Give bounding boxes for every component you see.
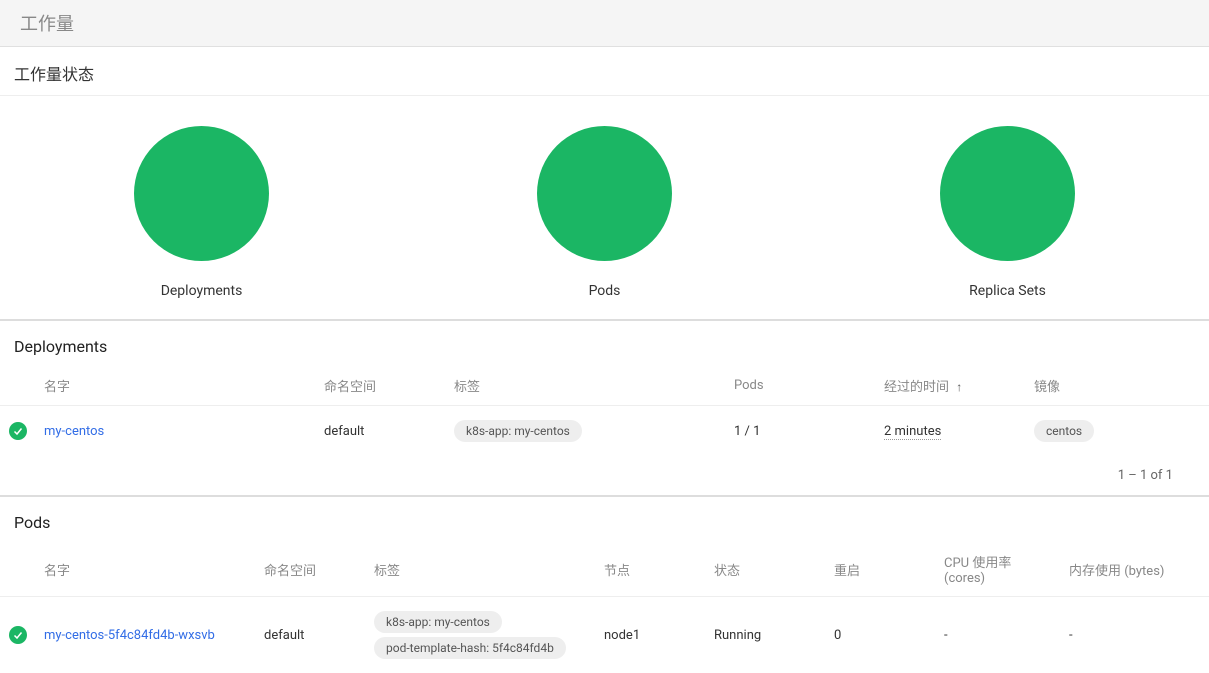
col-status bbox=[0, 366, 36, 406]
cell-elapsed: 2 minutes bbox=[876, 406, 1026, 457]
status-cell bbox=[0, 597, 36, 673]
cell-pods: 1 / 1 bbox=[726, 406, 876, 457]
cell-namespace: default bbox=[316, 406, 446, 457]
status-label: Pods bbox=[589, 283, 621, 299]
col-memory[interactable]: 内存使用 (bytes) bbox=[1061, 542, 1209, 597]
status-circle-icon bbox=[537, 126, 672, 261]
col-images[interactable]: 镜像 bbox=[1026, 366, 1209, 406]
cell-restarts: 0 bbox=[826, 597, 936, 673]
col-labels[interactable]: 标签 bbox=[366, 542, 596, 597]
col-pods[interactable]: Pods bbox=[726, 366, 876, 406]
col-cpu[interactable]: CPU 使用率 (cores) bbox=[936, 542, 1061, 597]
image-chip: centos bbox=[1034, 420, 1094, 442]
col-status bbox=[0, 542, 36, 597]
workload-status-header: 工作量状态 bbox=[0, 47, 1209, 96]
table-header-row: 名字 命名空间 标签 Pods 经过的时间 ↑ 镜像 bbox=[0, 366, 1209, 406]
deployments-pagination: 1 – 1 of 1 bbox=[0, 456, 1209, 495]
col-name[interactable]: 名字 bbox=[36, 542, 256, 597]
cell-images: centos bbox=[1026, 406, 1209, 457]
label-chip: pod-template-hash: 5f4c84fd4b bbox=[374, 637, 566, 659]
status-item-replicasets[interactable]: Replica Sets bbox=[806, 126, 1209, 299]
check-circle-icon bbox=[9, 626, 27, 644]
page-title: 工作量 bbox=[20, 10, 1189, 36]
col-restarts[interactable]: 重启 bbox=[826, 542, 936, 597]
col-node[interactable]: 节点 bbox=[596, 542, 706, 597]
pods-title: Pods bbox=[0, 497, 1209, 542]
table-row: my-centos default k8s-app: my-centos 1 /… bbox=[0, 406, 1209, 457]
status-label: Deployments bbox=[161, 283, 243, 299]
cell-namespace: default bbox=[256, 597, 366, 673]
status-item-pods[interactable]: Pods bbox=[403, 126, 806, 299]
pods-table: 名字 命名空间 标签 节点 状态 重启 CPU 使用率 (cores) 内存使用… bbox=[0, 542, 1209, 673]
table-row: my-centos-5f4c84fd4b-wxsvb default k8s-a… bbox=[0, 597, 1209, 673]
sort-arrow-up-icon: ↑ bbox=[956, 380, 962, 394]
col-name[interactable]: 名字 bbox=[36, 366, 316, 406]
cell-name: my-centos bbox=[36, 406, 316, 457]
cell-memory: - bbox=[1061, 597, 1209, 673]
status-item-deployments[interactable]: Deployments bbox=[0, 126, 403, 299]
elapsed-time: 2 minutes bbox=[884, 424, 941, 440]
deployments-section: Deployments 名字 命名空间 标签 Pods 经过的时间 ↑ 镜像 bbox=[0, 321, 1209, 497]
cell-labels: k8s-app: my-centos pod-template-hash: 5f… bbox=[366, 597, 596, 673]
status-label: Replica Sets bbox=[969, 283, 1046, 299]
cell-name: my-centos-5f4c84fd4b-wxsvb bbox=[36, 597, 256, 673]
status-circle-icon bbox=[134, 126, 269, 261]
col-podstatus[interactable]: 状态 bbox=[706, 542, 826, 597]
cell-podstatus: Running bbox=[706, 597, 826, 673]
workload-status-row: Deployments Pods Replica Sets bbox=[0, 96, 1209, 321]
status-cell bbox=[0, 406, 36, 457]
page-title-bar: 工作量 bbox=[0, 0, 1209, 47]
status-circle-icon bbox=[940, 126, 1075, 261]
check-circle-icon bbox=[9, 422, 27, 440]
deployments-title: Deployments bbox=[0, 321, 1209, 366]
table-header-row: 名字 命名空间 标签 节点 状态 重启 CPU 使用率 (cores) 内存使用… bbox=[0, 542, 1209, 597]
cell-labels: k8s-app: my-centos bbox=[446, 406, 726, 457]
col-namespace[interactable]: 命名空间 bbox=[316, 366, 446, 406]
pods-section: Pods 名字 命名空间 标签 节点 状态 重启 CPU 使用率 (cores)… bbox=[0, 497, 1209, 673]
cell-cpu: - bbox=[936, 597, 1061, 673]
label-chip: k8s-app: my-centos bbox=[374, 611, 502, 633]
deployments-table: 名字 命名空间 标签 Pods 经过的时间 ↑ 镜像 my-cent bbox=[0, 366, 1209, 456]
pod-link[interactable]: my-centos-5f4c84fd4b-wxsvb bbox=[44, 628, 215, 643]
deployment-link[interactable]: my-centos bbox=[44, 424, 104, 439]
cell-node: node1 bbox=[596, 597, 706, 673]
col-elapsed-label: 经过的时间 bbox=[884, 380, 949, 395]
label-chip: k8s-app: my-centos bbox=[454, 420, 582, 442]
col-elapsed[interactable]: 经过的时间 ↑ bbox=[876, 366, 1026, 406]
col-labels[interactable]: 标签 bbox=[446, 366, 726, 406]
col-namespace[interactable]: 命名空间 bbox=[256, 542, 366, 597]
